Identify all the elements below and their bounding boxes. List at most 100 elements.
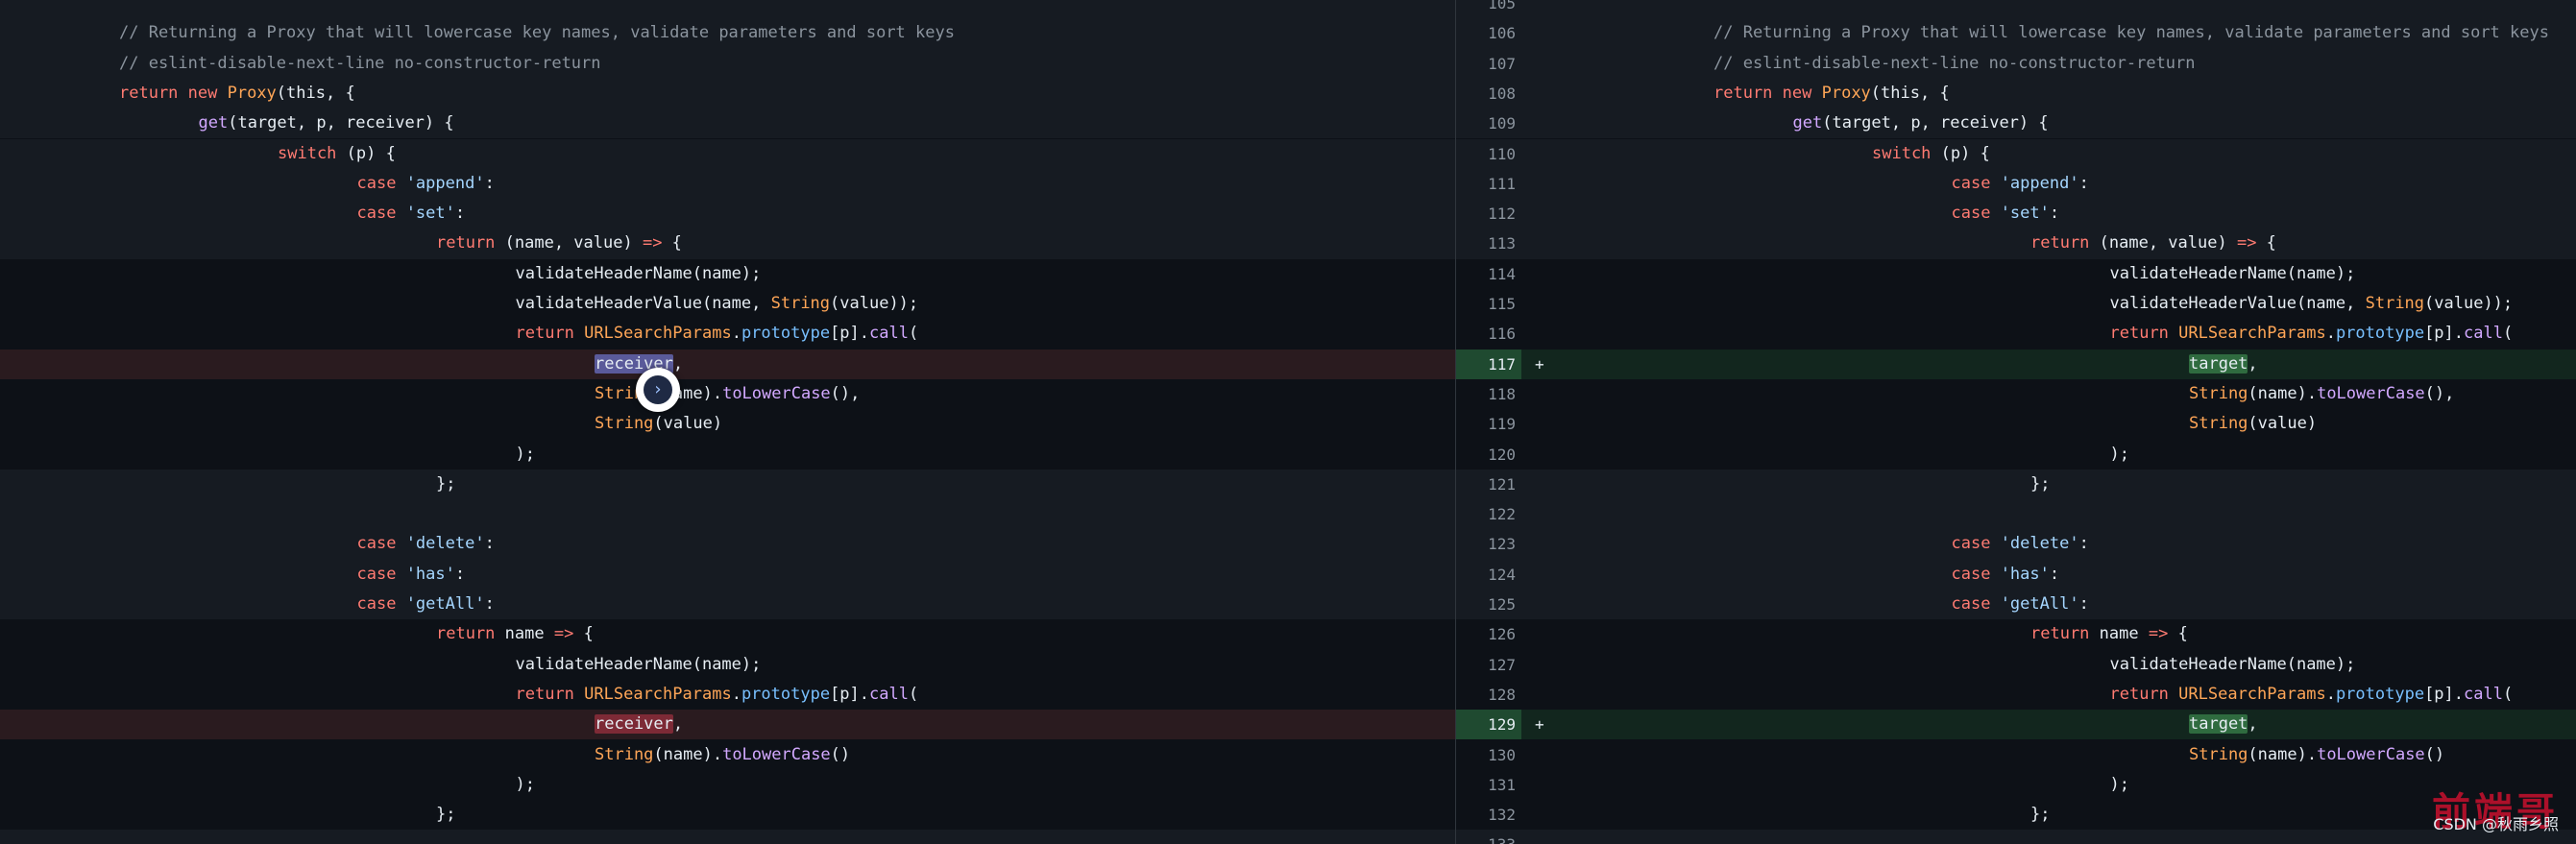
code-line: get(target, p, receiver) { xyxy=(1793,109,2049,138)
diff-row[interactable]: 110 switch (p) { xyxy=(1456,138,2576,169)
diff-row[interactable]: return (name, value) => { xyxy=(0,229,1456,259)
line-number[interactable]: 125 xyxy=(1456,590,1521,619)
diff-row[interactable]: // eslint-disable-next-line no-construct… xyxy=(0,48,1456,79)
diff-row[interactable]: 131); xyxy=(1456,770,2576,800)
diff-row[interactable]: 121}; xyxy=(1456,469,2576,500)
line-number[interactable]: 105 xyxy=(1456,0,1521,18)
diff-row[interactable]: ); xyxy=(0,440,1456,470)
diff-row[interactable]: 107 // eslint-disable-next-line no-constr… xyxy=(1456,48,2576,79)
line-number[interactable]: 111 xyxy=(1456,169,1521,199)
diff-row[interactable]: }; xyxy=(0,800,1456,830)
diff-row[interactable]: 123 case 'delete': xyxy=(1456,529,2576,560)
line-number[interactable]: 120 xyxy=(1456,440,1521,470)
code-token: 'delete' xyxy=(405,534,485,554)
code-token: validateHeaderName(name); xyxy=(515,654,762,674)
diff-row[interactable]: 113 return (name, value) => { xyxy=(1456,229,2576,259)
line-number[interactable]: 119 xyxy=(1456,409,1521,439)
line-number[interactable]: 123 xyxy=(1456,529,1521,559)
code-token: : xyxy=(2049,564,2060,584)
diff-row[interactable]: 129 + target, xyxy=(1456,710,2576,740)
diff-row[interactable]: receiver, xyxy=(0,349,1456,379)
line-number[interactable]: 108 xyxy=(1456,79,1521,109)
diff-row[interactable]: case 'append': xyxy=(0,168,1456,200)
line-number[interactable]: 124 xyxy=(1456,560,1521,590)
line-number[interactable]: 110 xyxy=(1456,139,1521,169)
diff-row[interactable]: 133 xyxy=(1456,830,2576,844)
diff-row[interactable]: 127 validateHeaderName(name); xyxy=(1456,650,2576,680)
diff-row[interactable]: 108 return new Proxy(this, { xyxy=(1456,78,2576,109)
diff-row[interactable]: validateHeaderName(name); xyxy=(0,259,1456,289)
line-number[interactable]: 127 xyxy=(1456,650,1521,680)
diff-row[interactable]: // Returning a Proxy that will lowercase… xyxy=(0,18,1456,49)
diff-row[interactable]: 126 return name => { xyxy=(1456,619,2576,649)
line-number[interactable]: 109 xyxy=(1456,109,1521,138)
diff-row[interactable]: 105 xyxy=(1456,0,2576,19)
code-token: ); xyxy=(515,774,535,794)
diff-row[interactable]: 119 String(value) xyxy=(1456,409,2576,439)
diff-row[interactable]: 114 validateHeaderName(name); xyxy=(1456,259,2576,289)
diff-row[interactable]: 132}; xyxy=(1456,800,2576,830)
code-token: case xyxy=(356,594,406,614)
diff-row[interactable]: return name => { xyxy=(0,619,1456,649)
diff-row[interactable]: 120); xyxy=(1456,440,2576,470)
diff-row[interactable]: 122 xyxy=(1456,499,2576,530)
line-number[interactable]: 122 xyxy=(1456,499,1521,529)
diff-row[interactable]: case 'delete': xyxy=(0,529,1456,560)
diff-row[interactable]: String(name).toLowerCase(), xyxy=(0,379,1456,409)
line-number[interactable]: 112 xyxy=(1456,199,1521,229)
play-cursor-icon[interactable]: › xyxy=(636,368,680,412)
diff-row[interactable]: return URLSearchParams.prototype[p].call… xyxy=(0,680,1456,710)
diff-row[interactable]: case 'getAll': xyxy=(0,590,1456,620)
diff-row[interactable]: 118 String(name).toLowerCase(), xyxy=(1456,379,2576,409)
diff-row[interactable]: 115 validateHeaderValue(name, String(valu… xyxy=(1456,289,2576,319)
code-line: switch (p) { xyxy=(1872,139,1990,169)
diff-row[interactable]: String(value) xyxy=(0,409,1456,439)
diff-row[interactable]: 124 case 'has': xyxy=(1456,559,2576,590)
diff-row[interactable]: receiver, xyxy=(0,710,1456,740)
line-number[interactable]: 114 xyxy=(1456,259,1521,289)
line-number[interactable]: 113 xyxy=(1456,229,1521,258)
diff-row[interactable]: case 'has': xyxy=(0,559,1456,590)
line-number[interactable]: 115 xyxy=(1456,289,1521,319)
diff-row[interactable] xyxy=(0,0,1456,19)
diff-row[interactable]: 106 // Returning a Proxy that will lowerc… xyxy=(1456,18,2576,49)
diff-row[interactable]: 111 case 'append': xyxy=(1456,168,2576,200)
line-number[interactable]: 128 xyxy=(1456,680,1521,710)
diff-row[interactable]: 130 String(name).toLowerCase() xyxy=(1456,740,2576,770)
line-number[interactable]: 116 xyxy=(1456,319,1521,349)
diff-row[interactable]: return URLSearchParams.prototype[p].call… xyxy=(0,319,1456,349)
diff-row[interactable]: get(target, p, receiver) { xyxy=(0,109,1456,139)
diff-row[interactable]: String(name).toLowerCase() xyxy=(0,740,1456,770)
diff-row[interactable]: validateHeaderName(name); xyxy=(0,650,1456,680)
line-number[interactable]: 132 xyxy=(1456,800,1521,830)
line-number[interactable]: 133 xyxy=(1456,830,1521,844)
diff-row[interactable]: 112 case 'set': xyxy=(1456,199,2576,229)
code-line: case 'getAll': xyxy=(357,590,495,619)
diff-row[interactable]: 109 get(target, p, receiver) { xyxy=(1456,109,2576,139)
line-number[interactable]: 107 xyxy=(1456,49,1521,79)
diff-row[interactable] xyxy=(0,830,1456,844)
diff-row[interactable]: validateHeaderValue(name, String(value))… xyxy=(0,289,1456,319)
diff-row[interactable]: 125 case 'getAll': xyxy=(1456,590,2576,620)
line-number[interactable]: 106 xyxy=(1456,18,1521,48)
code-token: (name, value) xyxy=(2099,233,2237,253)
diff-row[interactable]: return new Proxy(this, { xyxy=(0,78,1456,109)
diff-row[interactable]: switch (p) { xyxy=(0,138,1456,169)
line-number[interactable]: 130 xyxy=(1456,740,1521,770)
code-line: switch (p) { xyxy=(278,139,396,169)
line-number[interactable]: 129 xyxy=(1456,710,1521,740)
diff-row[interactable]: }; xyxy=(0,469,1456,500)
code-token: (this, { xyxy=(276,83,355,103)
diff-row[interactable]: 128 return URLSearchParams.prototype[p].c… xyxy=(1456,680,2576,710)
line-number[interactable]: 118 xyxy=(1456,379,1521,409)
diff-row[interactable]: case 'set': xyxy=(0,199,1456,229)
line-number[interactable]: 126 xyxy=(1456,619,1521,649)
line-number[interactable]: 117 xyxy=(1456,349,1521,379)
line-number[interactable]: 121 xyxy=(1456,470,1521,499)
diff-row[interactable]: ); xyxy=(0,770,1456,800)
diff-row[interactable]: 117 + target, xyxy=(1456,349,2576,379)
code-token: 'set' xyxy=(2000,204,2050,224)
diff-row[interactable]: 116 return URLSearchParams.prototype[p].c… xyxy=(1456,319,2576,349)
diff-row[interactable] xyxy=(0,499,1456,530)
line-number[interactable]: 131 xyxy=(1456,770,1521,800)
